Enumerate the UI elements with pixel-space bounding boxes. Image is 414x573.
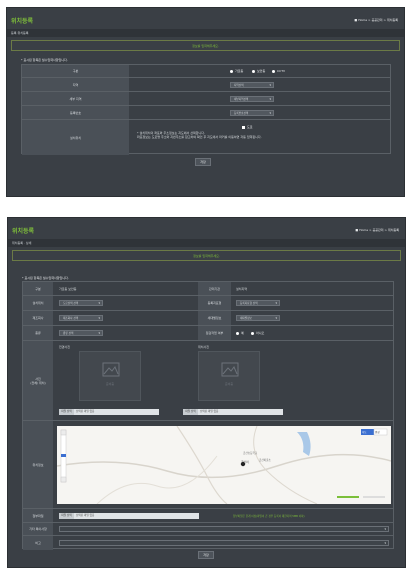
photo-caption: 위치사진 [198,345,210,349]
save-button[interactable]: 저장 [195,158,211,166]
form-row-2: 설치위치 도로선택 선택 등록지표형 등록지표형 선택 [23,296,393,311]
row-label: 첨부파일 [23,509,53,522]
region-select[interactable]: 지역선택 [230,82,274,88]
row-label: 기타 특이사항 [23,523,53,535]
map-label: 금산초등학교 [243,452,258,455]
checkbox-icon [242,125,245,129]
map-label: 금산리 [241,460,249,464]
row-label: 구분 [22,65,129,77]
value-text: 설치지역 [236,287,248,291]
row-label: 설치위치 [22,120,129,155]
row-label: 점검작업 여부 [198,326,231,340]
required-note: * 표시된 항목은 필수입력사항입니다. [21,58,68,62]
row-label: 구분 [23,282,53,295]
radio-no[interactable]: 아니오 [251,331,264,335]
install-note-2: 좌표정보는 도로명 주소와 지번주소를 참고하여 확인 후 지도에서 마커를 이… [137,135,262,139]
file-select-button[interactable]: 파일 선택 [59,409,74,415]
satellite-type-button[interactable]: 위성 [375,430,380,434]
page-title: 위치등록 [11,18,34,25]
regno-select[interactable]: 등록번호선택 [230,110,274,116]
form-row-region: 지역 지역선택 [22,78,390,92]
row-label: 등록번호 [22,106,129,119]
form-row-install: 설치위치 도로 * 설치위치의 좌표와 주소정보는 지도에서 선택합니다. 좌표… [22,120,390,155]
sub-header: 위치등록 · 상세 [8,239,405,247]
form-row-attach: 첨부파일 파일 선택 선택된 파일 없음 첨부파일은 한개 이상(파일이 큰 경… [23,509,393,523]
row-label: 위치정보 [23,421,53,508]
row-label: 비고 [23,536,53,550]
row-label: 세부 지역 [22,92,129,105]
radio-icon [252,69,255,73]
row-label: 관리기관 [198,282,231,295]
radio-icon [272,69,275,73]
notice-banner: 정보를 입력해주세요. [11,40,400,51]
attach-file-input[interactable]: 파일 선택 선택된 파일 없음 [59,513,199,519]
row-label: 사진 (전체/ 위치) [23,341,53,420]
maker-select[interactable]: 제조회사 선택 [59,315,103,321]
notice-banner: 정보를 입력해주세요. [12,250,401,261]
save-button[interactable]: 저장 [198,551,214,559]
placeholder-text: 준비중 [105,382,115,386]
row-label: 지역 [22,78,129,91]
radio-icon [236,331,239,335]
file-status: 선택된 파일 없음 [76,514,95,517]
radio-icon [251,331,254,335]
row-label: 세대별정보 [198,311,231,325]
sub-header: 등록 위치등록 [7,29,404,37]
form-row-4: 종류 종류 선택 점검작업 여부 예 아니오 [23,326,393,341]
page-title: 위치등록 [12,228,35,235]
photo-placeholder-left: 준비중 [79,351,141,401]
image-icon [221,362,239,377]
file-input-left[interactable]: 파일 선택 선택된 파일 없음 [59,409,159,415]
file-status: 선택된 파일 없음 [200,410,219,413]
row-label: 등록지표형 [198,296,231,310]
photo-caption: 전경사진 [59,345,71,349]
form-row-subregion: 세부 지역 세부지역선택 [22,92,390,106]
map-label: 금산파출소 [259,459,271,462]
form-row-1: 구분 가로등 보안등 관리기관 설치지역 [23,282,393,296]
file-select-button[interactable]: 파일 선택 [183,409,198,415]
placeholder-text: 준비중 [224,382,234,386]
location-detail-form-panel: 위치등록 ■ Home > 공공관리 > 위치등록 위치등록 · 상세 정보를 … [7,217,406,568]
subregion-select[interactable]: 세부지역선택 [230,96,274,102]
file-status: 선택된 파일 없음 [76,410,95,413]
detail-form-table: 구분 가로등 보안등 관리기관 설치지역 설치위치 도로선택 선택 등록지표형 … [22,281,394,550]
memo-textarea[interactable] [59,540,389,546]
radio-option[interactable]: 보안등 [252,69,265,73]
row-label: 종류 [23,326,53,340]
file-input-right[interactable]: 파일 선택 선택된 파일 없음 [183,409,283,415]
form-row-type: 구분 가로등 보안등 CCTV [22,65,390,78]
form-row-memo: 비고 [23,536,393,550]
form-row-regno: 등록번호 등록번호선택 [22,106,390,120]
checkbox-road[interactable]: 도로 [242,125,253,129]
etc-textarea[interactable] [59,526,389,532]
radio-option[interactable]: CCTV [272,69,285,73]
radio-icon [230,69,233,73]
row-label: 설치위치 [23,296,53,310]
install-select[interactable]: 도로선택 선택 [59,300,103,306]
form-row-photo: 사진 (전체/ 위치) 전경사진 준비중 위치사진 준비중 파일 선택 선택된 … [23,341,393,421]
photo-placeholder-right: 준비중 [198,351,260,401]
breadcrumb: ■ Home > 공공관리 > 위치등록 [354,18,398,22]
breadcrumb: ■ Home > 공공관리 > 위치등록 [355,228,399,232]
form-row-etc: 기타 특이사항 [23,523,393,536]
file-select-button[interactable]: 파일 선택 [59,513,74,519]
location-register-form-panel: 위치등록 ■ Home > 공공관리 > 위치등록 등록 위치등록 정보를 입력… [6,7,405,197]
radio-option[interactable]: 가로등 [230,69,243,73]
radio-yes[interactable]: 예 [236,331,244,335]
image-icon [102,362,120,377]
map-type-button[interactable]: 지도 [362,430,367,434]
attach-help-text: 첨부파일은 한개 이상(파일이 큰 경우 등록이 제한되며 5MB 이하) [233,515,305,518]
row-label: 제조회사 [23,311,53,325]
kind-select[interactable]: 종류 선택 [59,330,103,336]
required-note: * 표시된 항목은 필수입력사항입니다. [22,276,69,280]
type-select[interactable]: 등록지표형 선택 [236,300,280,306]
value-text: 가로등 보안등 [59,287,77,291]
form-table: 구분 가로등 보안등 CCTV 지역 지역선택 세부 지역 세부지역선택 등록번… [21,64,391,155]
location-map[interactable] [57,426,391,504]
household-select[interactable]: 세대별정보 [236,315,280,321]
form-row-map: 위치정보 금산리 금산초등학교 금산파출소 지도 위성 [23,421,393,509]
form-row-3: 제조회사 제조회사 선택 세대별정보 세대별정보 [23,311,393,326]
